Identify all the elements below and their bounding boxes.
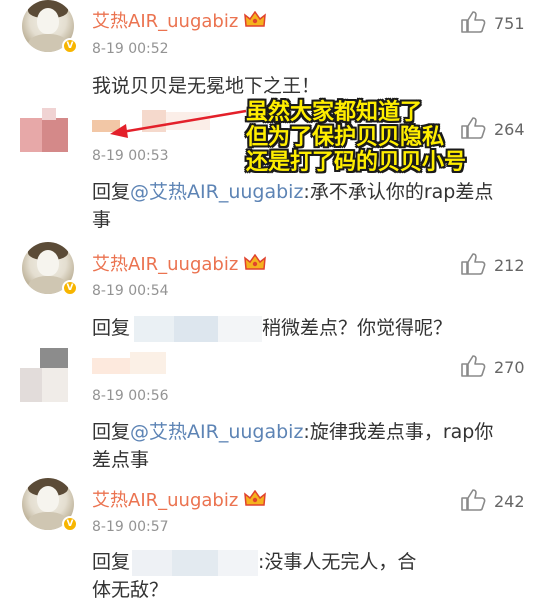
crown-badge-icon [244,490,267,506]
comment-item: V 艾热AIR_uugabiz 8-19 00:57 回复:没事人无完人，合体无… [0,478,544,609]
avatar[interactable]: V [22,478,78,532]
verified-badge-icon: V [62,516,78,532]
comment-text: 回复@艾热AIR_uugabiz:旋律我差点事，rap你差点事 [92,418,512,474]
thumbs-up-icon [461,253,486,275]
avatar[interactable]: V [22,242,78,296]
comment-item: 8-19 00:56 回复@艾热AIR_uugabiz:旋律我差点事，rap你差… [0,342,544,472]
like-count: 264 [494,120,525,139]
username-text: 艾热AIR_uugabiz [92,254,239,275]
avatar[interactable] [20,348,76,402]
like-button[interactable]: 270 [460,354,536,380]
mention-link[interactable]: @艾热AIR_uugabiz [130,181,303,203]
like-button[interactable]: 212 [460,252,536,278]
reply-text: 稍微差点？你觉得呢？ [262,317,453,339]
crown-badge-icon [244,254,267,270]
mention-link[interactable]: @艾热AIR_uugabiz [130,421,303,443]
username-link[interactable]: 艾热AIR_uugabiz [92,250,267,276]
mention-masked[interactable] [130,315,263,342]
thumbs-up-icon [461,355,486,377]
username-masked[interactable] [92,352,192,374]
comment-text: 回复@艾热AIR_uugabiz:承不承认你的rap差点事 [92,178,512,234]
annotation-line: 但为了保护贝贝隐私 [246,125,445,150]
comment-time: 8-19 00:56 [92,388,169,404]
username-link[interactable]: 艾热AIR_uugabiz [92,486,267,512]
comment-item: V 艾热AIR_uugabiz 8-19 00:54 回复 稍微差点？你觉得呢？ … [0,242,544,342]
comment-time: 8-19 00:54 [92,283,169,299]
annotation-callout: 虽然大家都知道了 但为了保护贝贝隐私 还是打了码的贝贝小号 [246,100,486,175]
annotation-arrow-icon [110,109,247,138]
comment-text: 回复:没事人无完人，合体无敌？ [92,548,422,604]
like-count: 270 [494,358,525,377]
avatar[interactable] [20,108,76,162]
comment-time: 8-19 00:53 [92,148,169,164]
annotation-line: 还是打了码的贝贝小号 [246,150,467,175]
like-button[interactable]: 242 [460,488,536,514]
comment-time: 8-19 00:57 [92,519,169,535]
username-text: 艾热AIR_uugabiz [92,490,239,511]
annotation-line: 虽然大家都知道了 [246,100,423,125]
comment-text: 回复 稍微差点？你觉得呢？ [92,314,512,342]
reply-prefix: 回复 [92,317,131,339]
like-count: 242 [494,492,525,511]
like-count: 212 [494,256,525,275]
reply-prefix: 回复 [92,421,131,443]
reply-prefix: 回复 [92,181,131,203]
reply-prefix: 回复 [92,551,131,573]
verified-badge-icon: V [62,280,78,296]
thumbs-up-icon [461,489,486,511]
mention-masked[interactable] [130,549,259,576]
